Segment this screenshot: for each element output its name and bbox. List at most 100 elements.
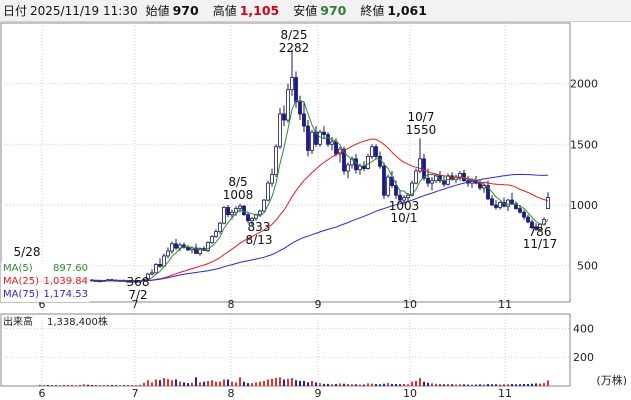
candle-body (370, 146, 374, 157)
volume-bar (367, 383, 369, 386)
volume-bar (271, 378, 273, 386)
volume-bar (543, 383, 545, 386)
candle-body (290, 77, 294, 91)
volume-bar (531, 383, 533, 386)
volume-bar (143, 382, 145, 386)
candle-body (546, 197, 550, 209)
annotation-value: 1008 (223, 188, 254, 202)
volume-bar (371, 383, 373, 386)
candle-body (298, 101, 302, 115)
volume-bar (275, 378, 277, 386)
candle-body (374, 146, 378, 157)
volume-bar (283, 379, 285, 386)
volume-bar (211, 380, 213, 386)
volume-bar (203, 381, 205, 386)
volume-bar (375, 383, 377, 386)
annotation-date: 8/25 (281, 28, 308, 42)
candle-body (310, 131, 314, 151)
volume-bar (159, 380, 161, 386)
candle-body (366, 156, 370, 169)
candle-body (414, 170, 418, 184)
volume-bar (243, 381, 245, 386)
volume-bar (347, 383, 349, 386)
x-tick-label: 11 (498, 387, 512, 400)
volume-bar (435, 383, 437, 386)
candle-body (386, 176, 390, 196)
volume-bar (75, 385, 77, 386)
candle-body (214, 231, 218, 237)
volume-bar (383, 383, 385, 386)
candle-body (174, 243, 178, 249)
price-tick-label: 1000 (570, 199, 598, 212)
price-tick-label: 1500 (570, 138, 598, 151)
candle-body (286, 89, 290, 121)
volume-bar (43, 385, 45, 386)
volume-bar (163, 378, 165, 386)
x-tick-label: 8 (228, 387, 235, 400)
volume-bar (439, 384, 441, 386)
volume-bar (247, 383, 249, 386)
stock-chart: 6677889910101111500100015002000200400(万株… (0, 22, 627, 400)
volume-bar (427, 382, 429, 386)
x-tick-label: 11 (498, 298, 512, 311)
volume-bar (387, 383, 389, 386)
volume-bar (295, 380, 297, 386)
candle-body (278, 113, 282, 148)
candle-body (498, 202, 502, 208)
candle-body (318, 131, 322, 145)
volume-bar (363, 384, 365, 386)
volume-bar (131, 385, 133, 386)
annotation-date: 8/13 (246, 233, 273, 247)
volume-bar (231, 381, 233, 386)
volume-bar (463, 384, 465, 386)
volume-bar (475, 384, 477, 386)
candle-body (490, 198, 494, 206)
candle-body (222, 206, 226, 224)
candle-body (162, 255, 166, 267)
volume-bar (487, 383, 489, 386)
candle-body (258, 210, 262, 216)
volume-tick-label: 400 (573, 322, 594, 335)
volume-bar (335, 383, 337, 386)
volume-bar (267, 379, 269, 386)
volume-bar (315, 382, 317, 386)
volume-bar (303, 380, 305, 386)
volume-bar (495, 384, 497, 386)
volume-bar (67, 384, 69, 386)
legend-ma-value: 1,039.84 (43, 276, 88, 287)
candle-body (326, 134, 330, 145)
volume-bar (199, 382, 201, 386)
annotation-value: 833 (248, 220, 271, 234)
volume-bar (523, 383, 525, 386)
candle-body (294, 77, 298, 103)
candle-body (510, 199, 514, 205)
volume-bar (483, 384, 485, 386)
annotation-date: 7/2 (128, 288, 147, 302)
volume-bar (139, 384, 141, 386)
volume-bar (135, 385, 137, 386)
volume-bar (95, 385, 97, 386)
candle-body (322, 131, 326, 136)
candle-body (226, 206, 230, 216)
candle-body (282, 113, 286, 121)
candle-body (262, 199, 266, 212)
x-tick-label: 9 (315, 387, 322, 400)
volume-bar (403, 383, 405, 386)
candle-body (150, 272, 154, 275)
volume-bar (119, 385, 121, 386)
annotation-date: 11/17 (523, 237, 558, 251)
candle-body (526, 216, 530, 223)
candle-body (274, 146, 278, 176)
legend-ma-value: 1,174.53 (43, 289, 88, 300)
price-tick-label: 2000 (570, 78, 598, 91)
volume-bar (407, 384, 409, 386)
candle-body (394, 185, 398, 196)
price-tick-label: 500 (577, 260, 598, 273)
volume-bar (223, 379, 225, 386)
candle-body (426, 177, 430, 184)
candle-body (170, 243, 174, 252)
volume-bar (107, 384, 109, 386)
volume-bar (391, 383, 393, 386)
volume-bar (227, 379, 229, 386)
volume-bar (351, 384, 353, 386)
